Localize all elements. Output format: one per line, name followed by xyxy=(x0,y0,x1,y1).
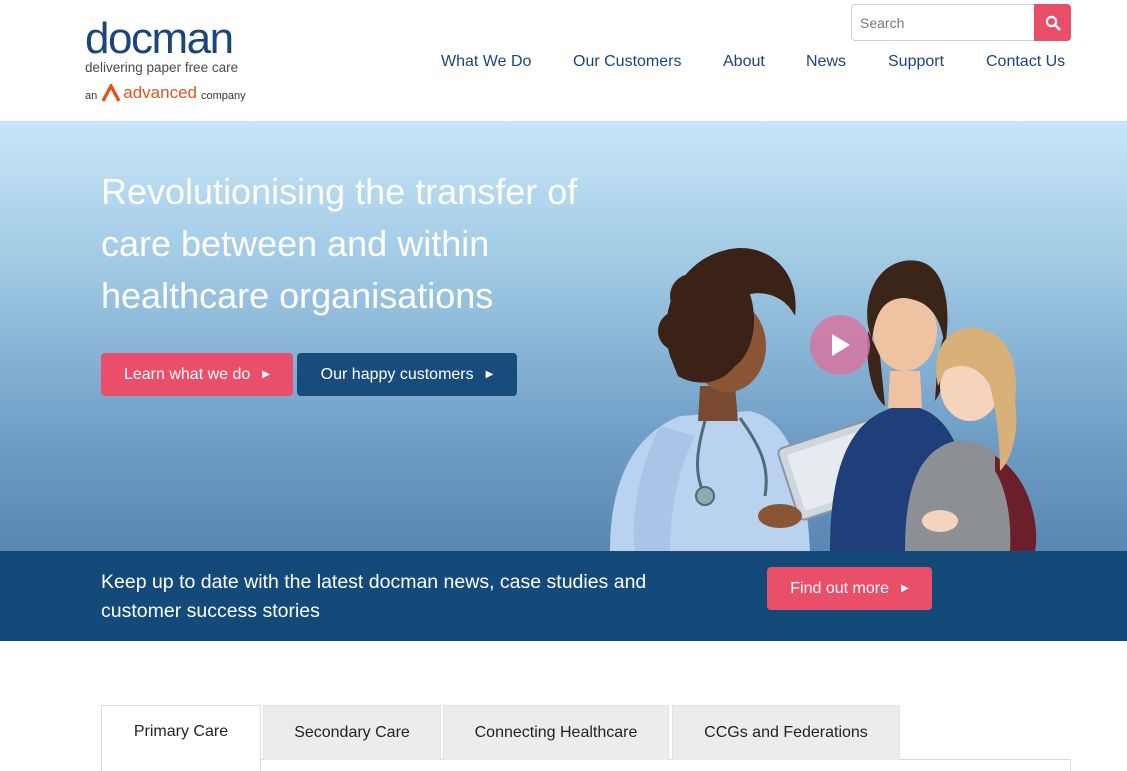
find-out-more-button[interactable]: Find out more ▶ xyxy=(767,567,932,610)
logo-prefix: an xyxy=(85,90,98,102)
tab-primary-care[interactable]: Primary Care xyxy=(101,705,261,771)
main-nav: What We Do Our Customers About News Supp… xyxy=(0,53,1127,75)
learn-what-we-do-button[interactable]: Learn what we do ▶ xyxy=(101,353,293,396)
play-video-button[interactable] xyxy=(810,315,870,375)
nav-news[interactable]: News xyxy=(806,53,846,71)
caret-right-icon: ▶ xyxy=(262,369,270,380)
sector-tabs: Primary Care Secondary Care Connecting H… xyxy=(101,705,1071,771)
search-icon xyxy=(1045,15,1060,30)
advanced-company-mark: an advanced company xyxy=(85,82,246,102)
customers-button-label: Our happy customers xyxy=(320,365,474,383)
page: docman delivering paper free care an adv… xyxy=(0,0,1127,771)
search-button[interactable] xyxy=(1034,4,1071,41)
hero-image-nurse-with-patient xyxy=(610,248,1037,551)
hero-title: Revolutionising the transfer of care bet… xyxy=(101,171,578,316)
advanced-logo-icon xyxy=(101,82,121,102)
logo-brand: advanced xyxy=(123,83,197,102)
news-band-text: Keep up to date with the latest docman n… xyxy=(101,571,647,622)
caret-right-icon: ▶ xyxy=(485,369,494,380)
our-happy-customers-button[interactable]: Our happy customers ▶ xyxy=(297,353,517,396)
nav-what-we-do[interactable]: What We Do xyxy=(441,53,531,71)
site-header: docman delivering paper free care an adv… xyxy=(0,0,1127,121)
tab-secondary-care[interactable]: Secondary Care xyxy=(263,705,441,760)
play-icon xyxy=(832,334,850,356)
nav-our-customers[interactable]: Our Customers xyxy=(573,53,681,71)
tab-panel-border xyxy=(1070,760,1071,771)
nav-about[interactable]: About xyxy=(723,53,765,71)
find-out-more-label: Find out more xyxy=(790,579,889,597)
search-input[interactable] xyxy=(851,4,1035,41)
caret-right-icon: ▶ xyxy=(901,583,909,594)
learn-button-label: Learn what we do xyxy=(123,365,251,383)
hero-banner: Revolutionising the transfer of care bet… xyxy=(0,121,1127,551)
nav-support[interactable]: Support xyxy=(888,53,944,71)
tab-ccgs-and-federations[interactable]: CCGs and Federations xyxy=(672,705,900,760)
tab-connecting-healthcare[interactable]: Connecting Healthcare xyxy=(443,705,669,760)
nav-contact-us[interactable]: Contact Us xyxy=(986,53,1065,71)
search-box xyxy=(851,4,1071,41)
news-band: Keep up to date with the latest docman n… xyxy=(0,551,1127,641)
logo-suffix: company xyxy=(200,90,246,102)
